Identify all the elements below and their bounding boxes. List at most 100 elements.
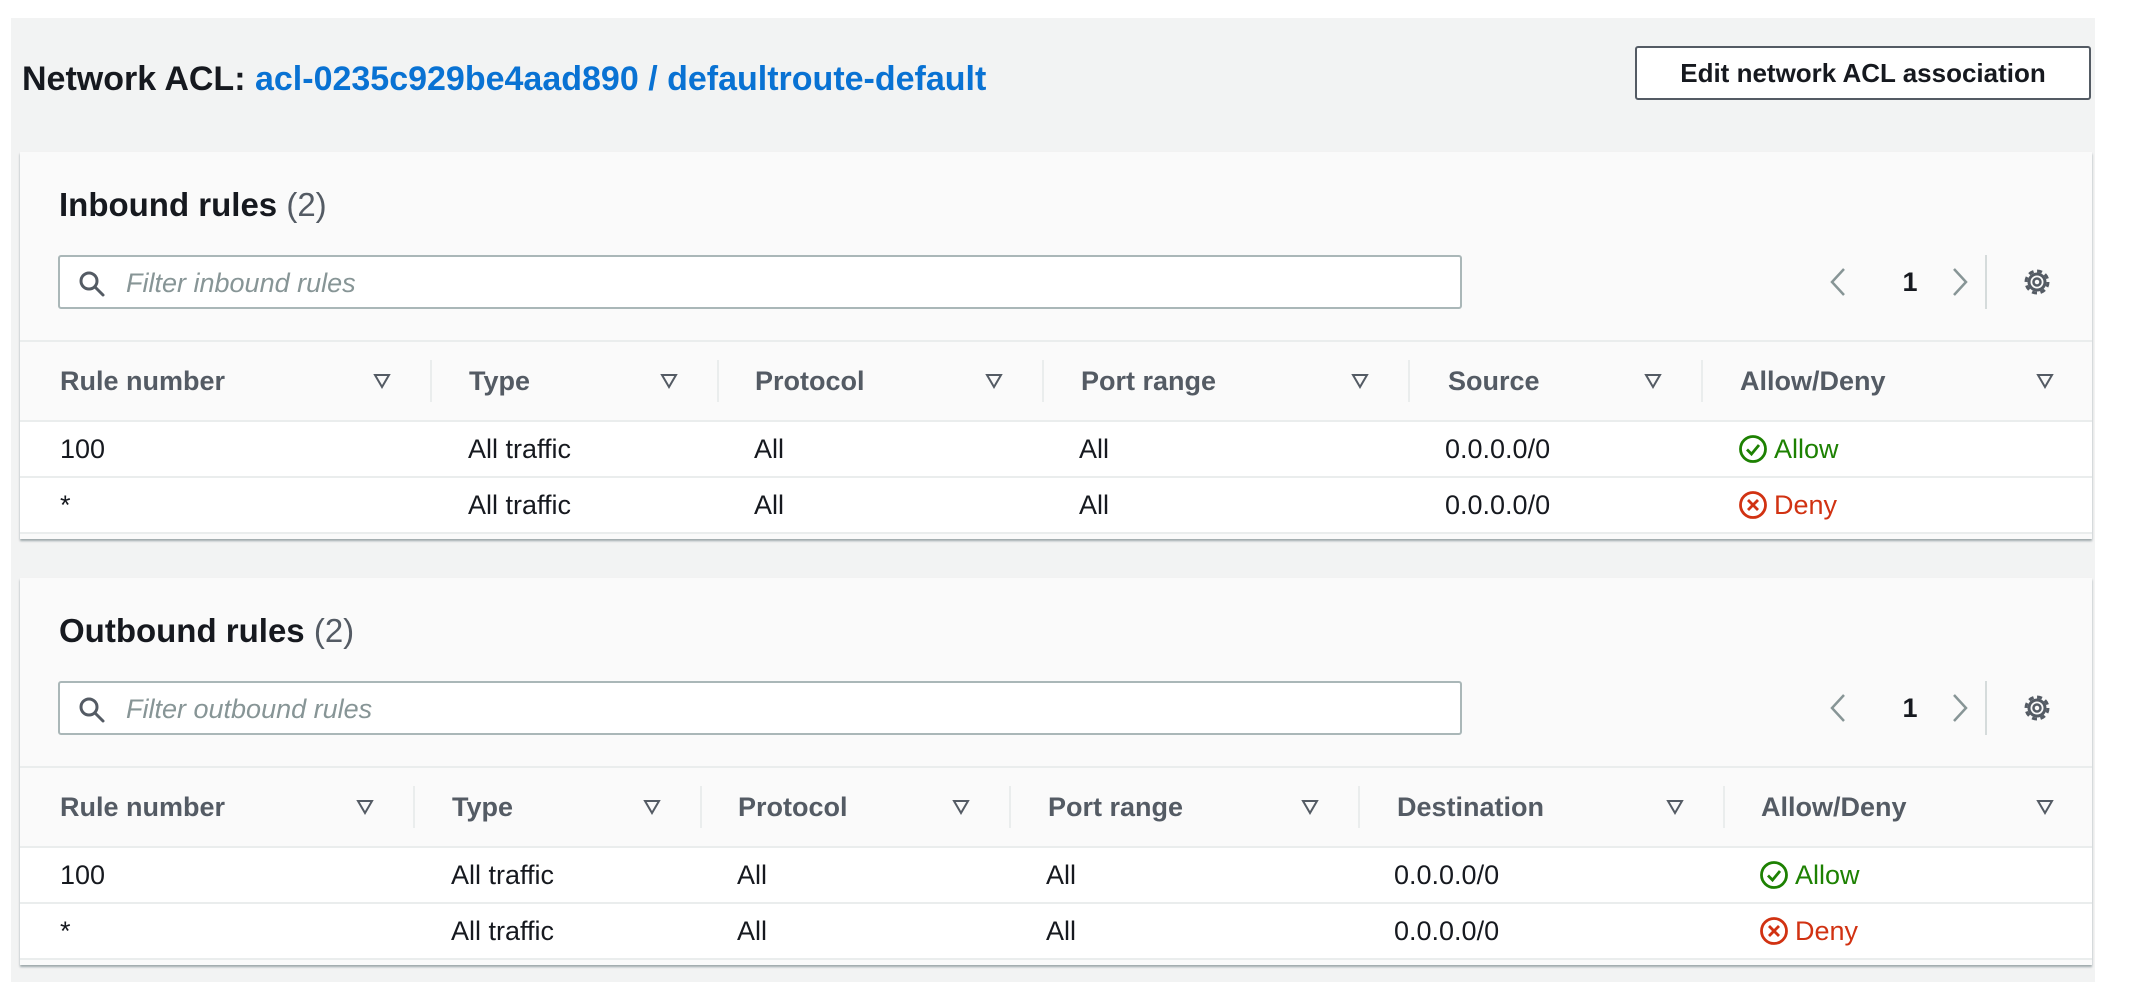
column-divider[interactable] xyxy=(1701,360,1703,402)
column-divider[interactable] xyxy=(1408,360,1410,402)
inbound-rules-panel: Inbound rules (2) 1 Rule number Type xyxy=(20,152,2092,539)
column-header-type[interactable]: Type xyxy=(469,342,530,420)
sort-triangle-icon[interactable] xyxy=(985,372,1003,390)
column-divider[interactable] xyxy=(700,786,702,828)
status-badge-allow: Allow xyxy=(1738,422,1839,476)
column-header-allow-deny[interactable]: Allow/Deny xyxy=(1761,768,1907,846)
cell-protocol: All xyxy=(737,904,767,958)
inbound-preferences-button[interactable] xyxy=(2016,255,2058,309)
column-header-protocol[interactable]: Protocol xyxy=(755,342,865,420)
inbound-prev-page-button[interactable] xyxy=(1822,255,1854,309)
column-header-port-range[interactable]: Port range xyxy=(1048,768,1183,846)
outbound-rules-count: (2) xyxy=(314,612,354,649)
outbound-prev-page-button[interactable] xyxy=(1822,681,1854,735)
column-header-source[interactable]: Source xyxy=(1448,342,1540,420)
sort-triangle-icon[interactable] xyxy=(952,798,970,816)
x-circle-icon xyxy=(1759,916,1789,946)
column-header-rule-number[interactable]: Rule number xyxy=(60,768,225,846)
outbound-rules-heading: Outbound rules (2) xyxy=(59,612,354,650)
column-divider[interactable] xyxy=(413,786,415,828)
check-circle-icon xyxy=(1759,860,1789,890)
cell-rule-number: * xyxy=(60,478,71,532)
pagination-divider xyxy=(1985,681,1987,735)
cell-type: All traffic xyxy=(451,848,554,902)
cell-port-range: All xyxy=(1046,848,1076,902)
inbound-rules-heading: Inbound rules (2) xyxy=(59,186,327,224)
outbound-table-header: Rule number Type Protocol Port range Des… xyxy=(20,766,2092,848)
column-header-port-range[interactable]: Port range xyxy=(1081,342,1216,420)
column-divider[interactable] xyxy=(1723,786,1725,828)
edit-network-acl-association-button[interactable]: Edit network ACL association xyxy=(1635,46,2091,100)
check-circle-icon xyxy=(1738,434,1768,464)
status-badge-deny: Deny xyxy=(1738,478,1837,532)
acl-name-link[interactable]: defaultroute-default xyxy=(667,60,986,98)
column-divider[interactable] xyxy=(717,360,719,402)
sort-triangle-icon[interactable] xyxy=(2036,798,2054,816)
status-badge-deny: Deny xyxy=(1759,904,1858,958)
column-header-protocol[interactable]: Protocol xyxy=(738,768,848,846)
column-header-rule-number[interactable]: Rule number xyxy=(60,342,225,420)
column-divider[interactable] xyxy=(1042,360,1044,402)
cell-source: 0.0.0.0/0 xyxy=(1445,478,1550,532)
column-divider[interactable] xyxy=(1009,786,1011,828)
inbound-current-page[interactable]: 1 xyxy=(1890,255,1930,309)
sort-triangle-icon[interactable] xyxy=(373,372,391,390)
column-divider[interactable] xyxy=(430,360,432,402)
sort-triangle-icon[interactable] xyxy=(2036,372,2054,390)
outbound-current-page[interactable]: 1 xyxy=(1890,681,1930,735)
outbound-pagination: 1 xyxy=(20,681,2092,735)
table-row[interactable]: * All traffic All All 0.0.0.0/0 Deny xyxy=(20,478,2092,534)
column-divider[interactable] xyxy=(1358,786,1360,828)
sort-triangle-icon[interactable] xyxy=(1301,798,1319,816)
status-label: Deny xyxy=(1774,478,1837,532)
chevron-left-icon xyxy=(1829,266,1847,298)
outbound-next-page-button[interactable] xyxy=(1944,681,1976,735)
pagination-divider xyxy=(1985,255,1987,309)
page-title: Network ACL: acl-0235c929be4aad890 / def… xyxy=(22,60,986,99)
cell-destination: 0.0.0.0/0 xyxy=(1394,904,1499,958)
chevron-right-icon xyxy=(1951,692,1969,724)
status-badge-allow: Allow xyxy=(1759,848,1860,902)
cell-protocol: All xyxy=(737,848,767,902)
inbound-table-header: Rule number Type Protocol Port range Sou… xyxy=(20,340,2092,422)
acl-id-link[interactable]: acl-0235c929be4aad890 xyxy=(255,60,639,98)
cell-port-range: All xyxy=(1046,904,1076,958)
inbound-next-page-button[interactable] xyxy=(1944,255,1976,309)
cell-rule-number: * xyxy=(60,904,71,958)
cell-port-range: All xyxy=(1079,422,1109,476)
cell-rule-number: 100 xyxy=(60,422,105,476)
column-header-allow-deny[interactable]: Allow/Deny xyxy=(1740,342,1886,420)
cell-type: All traffic xyxy=(468,422,571,476)
column-header-type[interactable]: Type xyxy=(452,768,513,846)
status-label: Allow xyxy=(1795,848,1860,902)
chevron-right-icon xyxy=(1951,266,1969,298)
sort-triangle-icon[interactable] xyxy=(1644,372,1662,390)
inbound-pagination: 1 xyxy=(20,255,2092,309)
outbound-rules-title: Outbound rules xyxy=(59,612,305,649)
title-prefix: Network ACL: xyxy=(22,60,246,98)
inbound-rules-count: (2) xyxy=(286,186,326,223)
sort-triangle-icon[interactable] xyxy=(356,798,374,816)
table-row[interactable]: 100 All traffic All All 0.0.0.0/0 Allow xyxy=(20,848,2092,904)
outbound-rules-panel: Outbound rules (2) 1 Rule number Typ xyxy=(20,578,2092,965)
sort-triangle-icon[interactable] xyxy=(1351,372,1369,390)
status-label: Deny xyxy=(1795,904,1858,958)
sort-triangle-icon[interactable] xyxy=(1666,798,1684,816)
sort-triangle-icon[interactable] xyxy=(643,798,661,816)
gear-icon xyxy=(2020,691,2054,725)
cell-type: All traffic xyxy=(451,904,554,958)
cell-protocol: All xyxy=(754,478,784,532)
gear-icon xyxy=(2020,265,2054,299)
cell-port-range: All xyxy=(1079,478,1109,532)
table-row[interactable]: 100 All traffic All All 0.0.0.0/0 Allow xyxy=(20,422,2092,478)
x-circle-icon xyxy=(1738,490,1768,520)
status-label: Allow xyxy=(1774,422,1839,476)
column-header-destination[interactable]: Destination xyxy=(1397,768,1544,846)
inbound-rules-title: Inbound rules xyxy=(59,186,277,223)
cell-protocol: All xyxy=(754,422,784,476)
outbound-preferences-button[interactable] xyxy=(2016,681,2058,735)
cell-source: 0.0.0.0/0 xyxy=(1445,422,1550,476)
cell-destination: 0.0.0.0/0 xyxy=(1394,848,1499,902)
table-row[interactable]: * All traffic All All 0.0.0.0/0 Deny xyxy=(20,904,2092,960)
sort-triangle-icon[interactable] xyxy=(660,372,678,390)
